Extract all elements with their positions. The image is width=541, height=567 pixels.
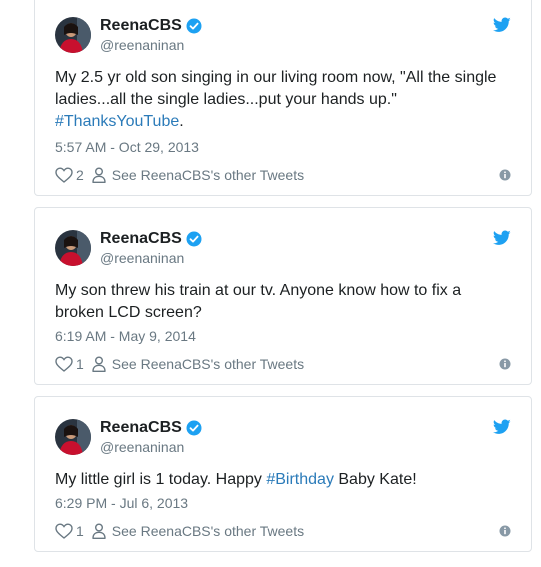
tweet-text: My 2.5 yr old son singing in our living … bbox=[55, 67, 513, 133]
like-button[interactable]: 2 bbox=[55, 167, 84, 183]
info-icon[interactable] bbox=[499, 358, 511, 370]
tweet-text: My little girl is 1 today. Happy #Birthd… bbox=[55, 469, 513, 491]
tweet-actions: 2 See ReenaCBS's other Tweets bbox=[55, 165, 511, 185]
handle[interactable]: @reenaninan bbox=[100, 438, 202, 456]
handle[interactable]: @reenaninan bbox=[100, 36, 202, 54]
twitter-bird-icon[interactable] bbox=[493, 17, 511, 33]
tweet-card[interactable]: ReenaCBS @reenaninan My little girl is 1… bbox=[34, 396, 532, 552]
avatar[interactable] bbox=[55, 17, 91, 53]
other-tweets-link[interactable]: See ReenaCBS's other Tweets bbox=[92, 523, 304, 539]
like-count: 1 bbox=[76, 356, 84, 372]
person-icon bbox=[92, 523, 106, 539]
handle[interactable]: @reenaninan bbox=[100, 249, 202, 267]
avatar[interactable] bbox=[55, 230, 91, 266]
person-icon bbox=[92, 167, 106, 183]
heart-icon bbox=[55, 356, 73, 372]
author-names: ReenaCBS @reenaninan bbox=[100, 418, 202, 456]
like-count: 2 bbox=[76, 167, 84, 183]
like-count: 1 bbox=[76, 523, 84, 539]
verified-badge-icon bbox=[186, 420, 202, 436]
author-names: ReenaCBS @reenaninan bbox=[100, 229, 202, 267]
like-button[interactable]: 1 bbox=[55, 356, 84, 372]
tweet-text-part: . bbox=[179, 113, 184, 130]
display-name[interactable]: ReenaCBS bbox=[100, 17, 182, 35]
info-icon[interactable] bbox=[499, 169, 511, 181]
heart-icon bbox=[55, 167, 73, 183]
avatar[interactable] bbox=[55, 419, 91, 455]
info-icon[interactable] bbox=[499, 525, 511, 537]
tweet-timestamp[interactable]: 6:19 AM - May 9, 2014 bbox=[55, 328, 196, 344]
tweet-timestamp[interactable]: 5:57 AM - Oct 29, 2013 bbox=[55, 139, 199, 155]
tweet-timestamp[interactable]: 6:29 PM - Jul 6, 2013 bbox=[55, 495, 188, 511]
other-tweets-label: See ReenaCBS's other Tweets bbox=[111, 167, 305, 183]
other-tweets-link[interactable]: See ReenaCBS's other Tweets bbox=[92, 356, 304, 372]
display-name[interactable]: ReenaCBS bbox=[100, 230, 182, 248]
twitter-bird-icon[interactable] bbox=[493, 419, 511, 435]
tweet-header: ReenaCBS @reenaninan bbox=[55, 228, 202, 268]
display-name[interactable]: ReenaCBS bbox=[100, 419, 182, 437]
twitter-bird-icon[interactable] bbox=[493, 230, 511, 246]
tweet-text-part: My son threw his train at our tv. Anyone… bbox=[55, 282, 462, 321]
other-tweets-label: See ReenaCBS's other Tweets bbox=[111, 523, 305, 539]
verified-badge-icon bbox=[186, 231, 202, 247]
hashtag-link[interactable]: #ThanksYouTube bbox=[55, 113, 179, 130]
heart-icon bbox=[55, 523, 73, 539]
tweet-card[interactable]: ReenaCBS @reenaninan My son threw his tr… bbox=[34, 207, 532, 385]
author-names: ReenaCBS @reenaninan bbox=[100, 16, 202, 54]
like-button[interactable]: 1 bbox=[55, 523, 84, 539]
tweet-card[interactable]: ReenaCBS @reenaninan My 2.5 yr old son s… bbox=[34, 0, 532, 196]
tweet-header: ReenaCBS @reenaninan bbox=[55, 15, 202, 55]
tweet-text: My son threw his train at our tv. Anyone… bbox=[55, 280, 513, 324]
other-tweets-label: See ReenaCBS's other Tweets bbox=[111, 356, 305, 372]
other-tweets-link[interactable]: See ReenaCBS's other Tweets bbox=[92, 167, 304, 183]
tweet-text-part: My little girl is 1 today. Happy bbox=[55, 471, 267, 488]
tweet-header: ReenaCBS @reenaninan bbox=[55, 417, 202, 457]
tweet-actions: 1 See ReenaCBS's other Tweets bbox=[55, 521, 511, 541]
verified-badge-icon bbox=[186, 18, 202, 34]
tweet-actions: 1 See ReenaCBS's other Tweets bbox=[55, 354, 511, 374]
tweet-text-part: My 2.5 yr old son singing in our living … bbox=[55, 69, 497, 108]
tweet-text-part: Baby Kate! bbox=[333, 471, 417, 488]
person-icon bbox=[92, 356, 106, 372]
hashtag-link[interactable]: #Birthday bbox=[266, 471, 334, 488]
